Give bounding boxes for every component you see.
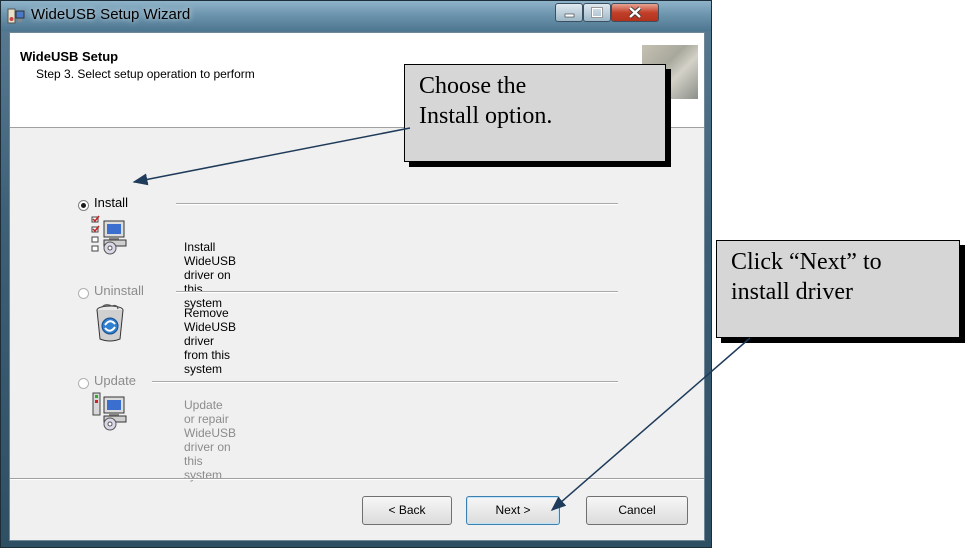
maximize-button[interactable]	[583, 3, 611, 22]
footer-divider	[10, 478, 704, 480]
minimize-button[interactable]	[555, 3, 583, 22]
minimize-icon	[564, 13, 575, 18]
install-callout: Choose the Install option.	[404, 64, 666, 162]
install-group-line	[176, 203, 618, 205]
update-icon	[92, 392, 127, 431]
install-radio[interactable]	[78, 200, 89, 211]
back-button[interactable]: < Back	[362, 496, 452, 525]
update-option-description: Update or repair WideUSB driver on this …	[184, 398, 237, 482]
next-callout: Click “Next” to install driver	[716, 240, 960, 338]
update-radio[interactable]	[78, 378, 89, 389]
install-option-label[interactable]: Install	[94, 195, 128, 210]
update-group-line	[152, 381, 618, 383]
page-title: WideUSB Setup	[20, 49, 119, 64]
uninstall-radio[interactable]	[78, 288, 89, 299]
window-title: WideUSB Setup Wizard	[31, 6, 191, 23]
recycle-bin-icon	[96, 304, 124, 342]
close-icon	[628, 6, 642, 19]
close-button[interactable]	[611, 3, 659, 22]
uninstall-option-description: Remove WideUSB driver from this system	[184, 306, 237, 376]
install-callout-line-1: Choose the	[419, 73, 527, 99]
title-bar[interactable]: WideUSB Setup Wizard	[1, 1, 711, 31]
update-option-label[interactable]: Update	[94, 373, 136, 388]
uninstall-group-line	[176, 291, 618, 293]
install-icon	[91, 215, 127, 255]
page-subtitle: Step 3. Select setup operation to perfor…	[36, 67, 255, 81]
setup-app-icon	[7, 8, 25, 24]
maximize-icon	[591, 7, 603, 18]
next-callout-line-1: Click “Next” to	[731, 249, 882, 275]
install-callout-line-2: Install option.	[419, 103, 553, 129]
next-callout-line-2: install driver	[731, 279, 853, 305]
install-option-description: Install WideUSB driver on this system	[184, 240, 237, 310]
next-button[interactable]: Next >	[466, 496, 560, 525]
cancel-button[interactable]: Cancel	[586, 496, 688, 525]
uninstall-option-label[interactable]: Uninstall	[94, 283, 144, 298]
